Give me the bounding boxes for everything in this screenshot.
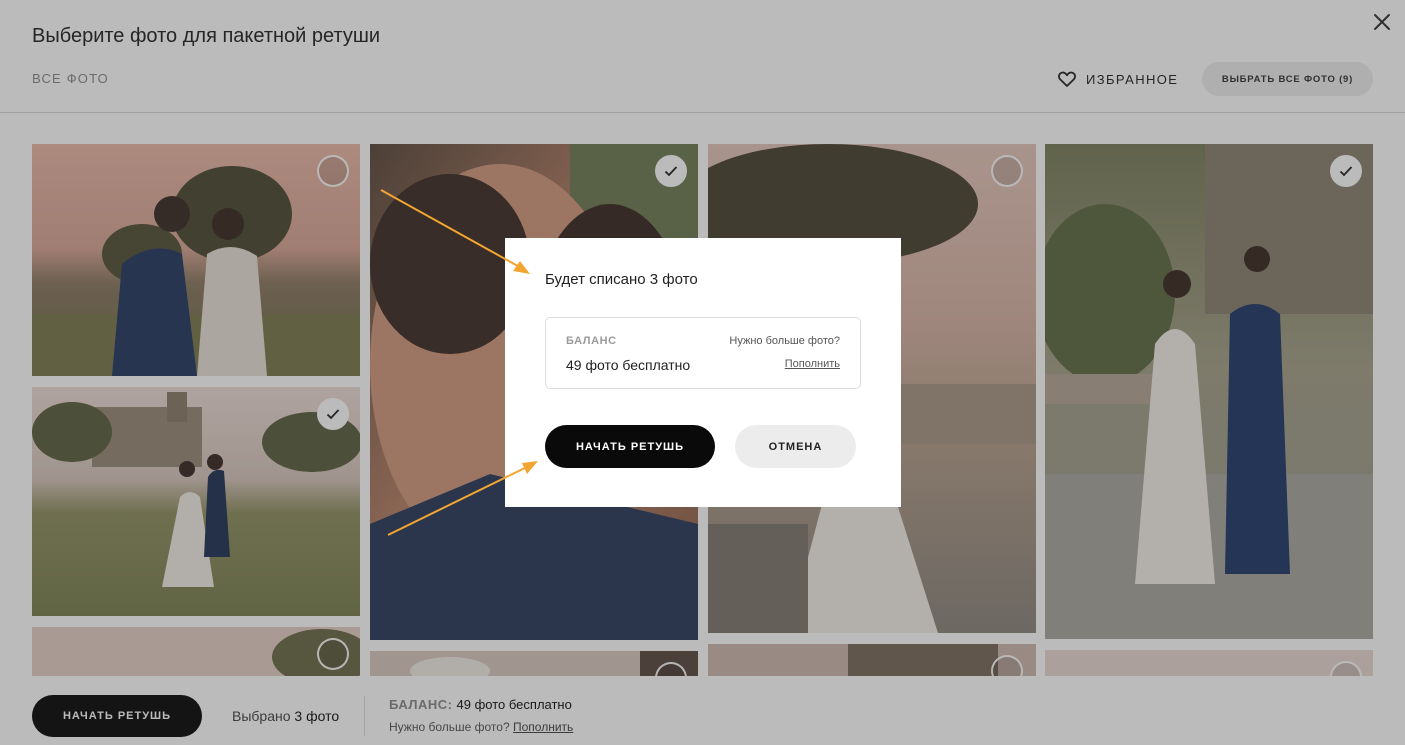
balance-label: БАЛАНС — [566, 335, 617, 347]
bottom-bar-dim — [0, 676, 1405, 745]
confirm-modal: Будет списано 3 фото БАЛАНС 49 фото бесп… — [505, 238, 901, 507]
topup-link[interactable]: Пополнить — [785, 358, 840, 370]
batch-retouch-page: Выберите фото для пакетной ретуши ВСЕ ФО… — [0, 0, 1405, 745]
modal-title: Будет списано 3 фото — [545, 271, 698, 288]
start-retouch-button[interactable]: НАЧАТЬ РЕТУШЬ — [545, 425, 715, 468]
need-more-text: Нужно больше фото? — [729, 335, 840, 347]
balance-value: 49 фото бесплатно — [566, 357, 691, 373]
cancel-button[interactable]: ОТМЕНА — [735, 425, 856, 468]
balance-card: БАЛАНС 49 фото бесплатно Нужно больше фо… — [545, 317, 861, 389]
